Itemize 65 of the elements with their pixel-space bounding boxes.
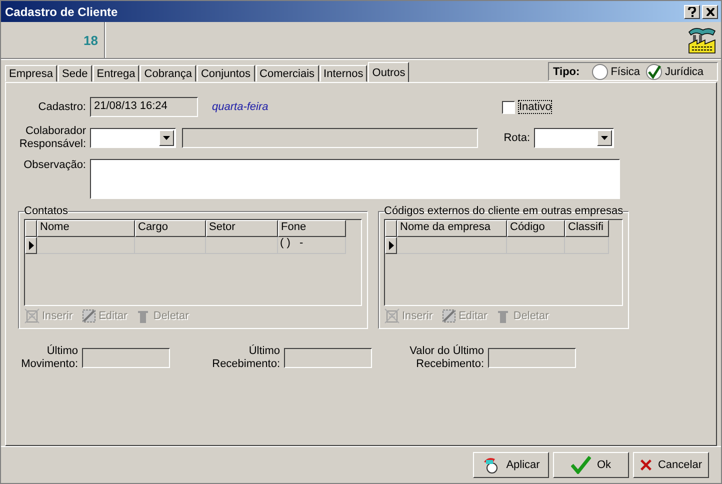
edit-icon [440,308,457,324]
tab[interactable]: Comerciais [256,65,319,82]
group-title: Contatos [24,205,68,217]
table-cell [507,237,565,254]
dropdown[interactable] [90,128,176,148]
field-label: Observação: [22,159,86,172]
notes-field[interactable] [90,159,620,199]
column-header[interactable]: Cargo [135,220,206,237]
radio-label: Jurídica [665,66,704,78]
field-label: Último Recebimento: [211,345,280,371]
table-cell: ( ) - [278,237,346,254]
insert-icon [384,308,400,324]
radio-button[interactable] [646,64,662,80]
radio-button[interactable] [592,64,608,80]
grid-corner [385,220,397,237]
record-number: 18 [84,32,98,48]
table-cell [206,237,278,254]
tab[interactable]: Empresa [5,65,58,82]
column-header[interactable]: Fone [278,220,346,237]
insert-icon [24,308,40,324]
date-field[interactable]: 21/08/13 16:24 [90,97,198,117]
text-field[interactable] [488,348,576,368]
table-cell [565,237,609,254]
field-label: Último Movimento: [20,345,78,371]
window-title: Cadastro de Cliente [5,4,119,18]
dialog-button[interactable]: Cancelar [633,452,709,478]
field-label: Colaborador Responsável: [18,125,86,151]
apply-icon [482,456,500,474]
dialog-button[interactable]: Ok [553,452,629,478]
group-title: Códigos externos do cliente em outras empresas [384,205,624,217]
help-button[interactable] [684,4,700,18]
field-label: Rota: [502,132,530,144]
column-header[interactable]: Setor [206,220,278,237]
close-icon [706,8,714,16]
grid-corner [25,220,37,237]
column-header[interactable]: Código [507,220,565,237]
dropdown-arrow-icon [601,136,608,140]
close-button[interactable] [702,4,718,18]
type-label: Tipo: [553,66,580,78]
checkbox[interactable] [502,100,515,114]
dropdown-arrow-icon [163,136,170,140]
field-label: Valor do Último Recebimento: [408,345,484,371]
text-field[interactable] [284,348,372,368]
radio-label: Física [610,66,640,78]
checkbox-label: Inativo [519,101,552,113]
tab[interactable]: Entrega [92,65,140,82]
tab[interactable]: Sede [58,65,92,82]
weekday-text: quarta-feira [212,101,270,113]
tab[interactable]: Conjuntos [196,65,255,82]
edit-icon [80,308,97,324]
dialog-button[interactable]: Aplicar [473,452,549,478]
text-field[interactable] [82,348,170,368]
column-header[interactable]: Nome [37,220,135,237]
tab[interactable]: Cobrança [140,65,196,82]
tab[interactable]: Internos [320,65,368,82]
factory-icon [687,26,717,54]
help-icon [688,6,696,16]
column-header[interactable]: Nome da empresa [397,220,507,237]
field-label: Cadastro: [37,100,86,114]
table-cell [135,237,206,254]
tab[interactable]: Outros [368,62,410,82]
checkmark-icon [570,456,591,474]
text-field[interactable] [182,128,478,148]
column-header[interactable]: Classifi [565,220,609,237]
dropdown[interactable] [534,128,614,148]
